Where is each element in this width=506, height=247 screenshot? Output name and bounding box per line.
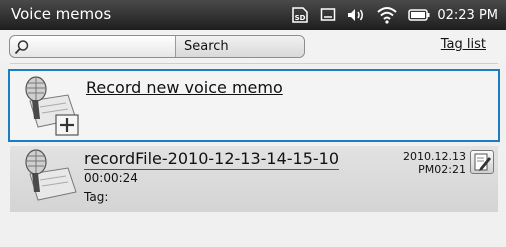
memo-duration: 00:00:24 xyxy=(84,171,138,185)
memo-timestamp: 2010.12.13 PM02:21 xyxy=(403,150,466,176)
memo-date: 2010.12.13 xyxy=(403,150,466,163)
search-icon xyxy=(14,39,30,59)
microphone-add-icon xyxy=(16,75,82,137)
record-new-memo-label: Record new voice memo xyxy=(86,78,283,97)
clock: 02:23 PM xyxy=(437,7,498,23)
microphone-icon xyxy=(16,148,82,210)
divider xyxy=(10,63,498,64)
volume-icon xyxy=(346,7,366,23)
memo-time: PM02:21 xyxy=(418,163,466,176)
search-field[interactable] xyxy=(10,36,176,57)
search-box: Search xyxy=(9,35,305,58)
search-button[interactable]: Search xyxy=(176,36,304,57)
record-new-memo-item[interactable]: Record new voice memo xyxy=(8,69,500,142)
tag-list-link[interactable]: Tag list xyxy=(441,37,486,52)
search-input[interactable] xyxy=(32,38,172,55)
memo-name: recordFile-2010-12-13-14-15-10 xyxy=(84,149,340,170)
edit-button[interactable] xyxy=(470,150,494,174)
search-row: Search Tag list xyxy=(0,30,506,63)
list-item[interactable]: recordFile-2010-12-13-14-15-10 00:00:24 … xyxy=(10,146,498,212)
wifi-icon xyxy=(376,6,398,24)
battery-icon xyxy=(408,8,430,22)
status-icons: SD 02:23 PM xyxy=(280,0,498,30)
svg-text:SD: SD xyxy=(295,14,306,22)
sd-card-icon: SD xyxy=(290,7,310,23)
screen-icon xyxy=(320,7,336,23)
edit-icon xyxy=(471,153,493,177)
app-title: Voice memos xyxy=(11,5,112,23)
memo-tag-label: Tag: xyxy=(84,190,109,204)
status-bar: Voice memos SD 02:23 PM xyxy=(0,0,506,30)
